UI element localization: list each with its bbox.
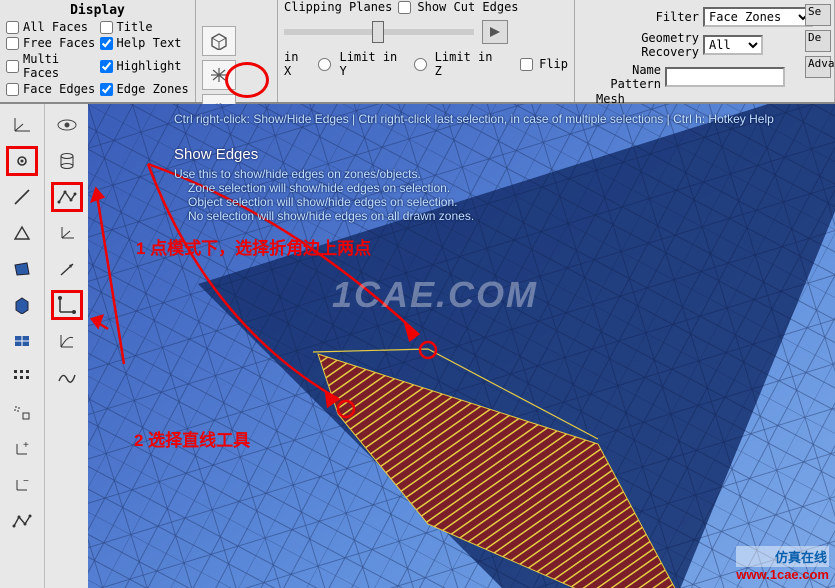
polyline-icon[interactable]	[51, 182, 83, 212]
radio-x[interactable]	[318, 58, 331, 71]
advanced-button[interactable]: Adva	[805, 56, 831, 78]
name-pattern-input[interactable]	[665, 67, 785, 87]
display-title: Display	[6, 3, 189, 18]
vector-icon[interactable]	[51, 254, 83, 284]
main-area: + −	[0, 104, 835, 588]
geom-label: Geometry Recovery	[581, 31, 699, 59]
drag-icon[interactable]	[6, 398, 38, 428]
help-overlay: Ctrl right-click: Show/Hide Edges | Ctrl…	[174, 112, 774, 223]
geom-select[interactable]: All	[703, 35, 763, 55]
chk-edge-zones[interactable]: Edge Zones	[100, 82, 190, 96]
burst-icon[interactable]	[202, 60, 236, 90]
help-top-line: Ctrl right-click: Show/Hide Edges | Ctrl…	[174, 112, 774, 126]
minus-node-icon[interactable]: −	[6, 470, 38, 500]
deselect-button[interactable]: De	[805, 30, 831, 52]
axis-small-icon[interactable]	[51, 218, 83, 248]
eye-small-icon[interactable]	[51, 110, 83, 140]
chk-flip[interactable]	[520, 58, 533, 71]
left-tool-column-1: + −	[0, 104, 44, 588]
chk-multi-faces[interactable]: Multi Faces	[6, 52, 96, 80]
display-panel: Display All Faces Title Free Faces Help …	[0, 0, 196, 102]
curve-axis-icon[interactable]	[51, 326, 83, 356]
chk-highlight[interactable]: Highlight	[100, 52, 190, 80]
chk-show-cut[interactable]	[398, 1, 411, 14]
clipping-panel: Clipping Planes Show Cut Edges in X Limi…	[278, 0, 575, 102]
clipping-title: Clipping Planes	[284, 0, 392, 14]
filter-label: Filter	[581, 10, 699, 24]
corner-credit: 仿真在线 www.1cae.com	[736, 546, 829, 582]
top-toolbar: Display All Faces Title Free Faces Help …	[0, 0, 835, 104]
svg-text:−: −	[23, 476, 29, 487]
cube-icon[interactable]	[202, 26, 236, 56]
line-icon[interactable]	[6, 182, 38, 212]
polyline-tool-icon[interactable]	[6, 506, 38, 536]
viewport[interactable]: Ctrl right-click: Show/Hide Edges | Ctrl…	[88, 104, 835, 588]
point-mode-icon[interactable]	[6, 146, 38, 176]
radio-y[interactable]	[414, 58, 427, 71]
view-icons-panel	[196, 0, 278, 102]
cylinder-icon[interactable]	[51, 146, 83, 176]
annotation-1: 1 点模式下，选择折角边上两点	[136, 234, 371, 259]
right-button-column: Se De Adva	[805, 0, 835, 78]
chk-face-edges[interactable]: Face Edges	[6, 82, 96, 96]
axes-icon[interactable]	[6, 110, 38, 140]
box-icon[interactable]	[6, 290, 38, 320]
spline-icon[interactable]	[51, 362, 83, 392]
chk-free-faces[interactable]: Free Faces	[6, 36, 96, 50]
svg-text:+: +	[23, 440, 29, 451]
filter-panel: Filter Face Zones Geometry RecoveryAll Na…	[575, 0, 835, 102]
filter-select[interactable]: Face Zones	[703, 7, 813, 27]
chk-help-text[interactable]: Help Text	[100, 36, 190, 50]
help-title: Show Edges	[174, 146, 774, 163]
clip-slider[interactable]	[284, 29, 474, 35]
name-pattern-label: Name Pattern	[581, 63, 661, 91]
line-tool-icon[interactable]	[51, 290, 83, 320]
grid-icon[interactable]	[6, 362, 38, 392]
triangle-icon[interactable]	[6, 218, 38, 248]
play-button[interactable]	[482, 20, 508, 44]
left-tool-column-2	[44, 104, 88, 588]
plus-node-icon[interactable]: +	[6, 434, 38, 464]
chk-all-faces[interactable]: All Faces	[6, 20, 96, 34]
chk-title[interactable]: Title	[100, 20, 190, 34]
mesh-block-icon[interactable]	[6, 326, 38, 356]
annotation-2: 2 选择直线工具	[134, 426, 250, 451]
select-button[interactable]: Se	[805, 4, 831, 26]
quad-icon[interactable]	[6, 254, 38, 284]
